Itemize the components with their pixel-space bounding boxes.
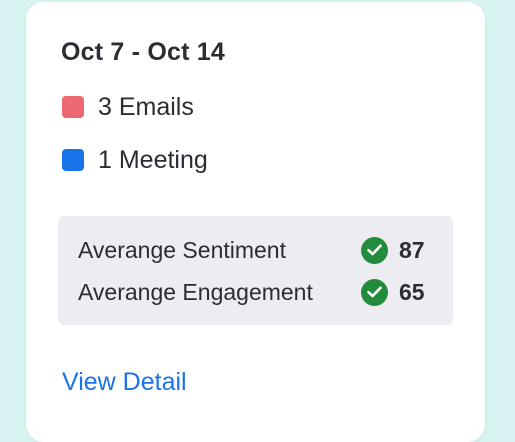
metric-row-engagement: Averange Engagement 65 xyxy=(78,277,431,307)
view-detail-link[interactable]: View Detail xyxy=(62,368,187,397)
check-circle-icon xyxy=(361,236,388,264)
emails-color-swatch xyxy=(62,96,84,118)
metric-label-engagement: Averange Engagement xyxy=(78,278,313,305)
metric-row-sentiment: Averange Sentiment 87 xyxy=(78,235,431,265)
metric-label-sentiment: Averange Sentiment xyxy=(78,236,286,263)
check-circle-icon xyxy=(361,278,388,306)
legend-label-meetings: 1 Meeting xyxy=(98,145,208,174)
meetings-color-swatch xyxy=(62,149,84,171)
legend-item-meetings: 1 Meeting xyxy=(62,145,208,175)
legend-label-emails: 3 Emails xyxy=(98,92,194,121)
metric-value-sentiment: 87 xyxy=(399,236,425,263)
date-range-title: Oct 7 - Oct 14 xyxy=(61,38,225,66)
metrics-panel: Averange Sentiment 87 Averange Engagemen… xyxy=(58,216,453,325)
summary-card: Oct 7 - Oct 14 3 Emails 1 Meeting Averan… xyxy=(26,2,485,442)
metric-value-engagement: 65 xyxy=(399,278,425,305)
legend-item-emails: 3 Emails xyxy=(62,92,194,122)
